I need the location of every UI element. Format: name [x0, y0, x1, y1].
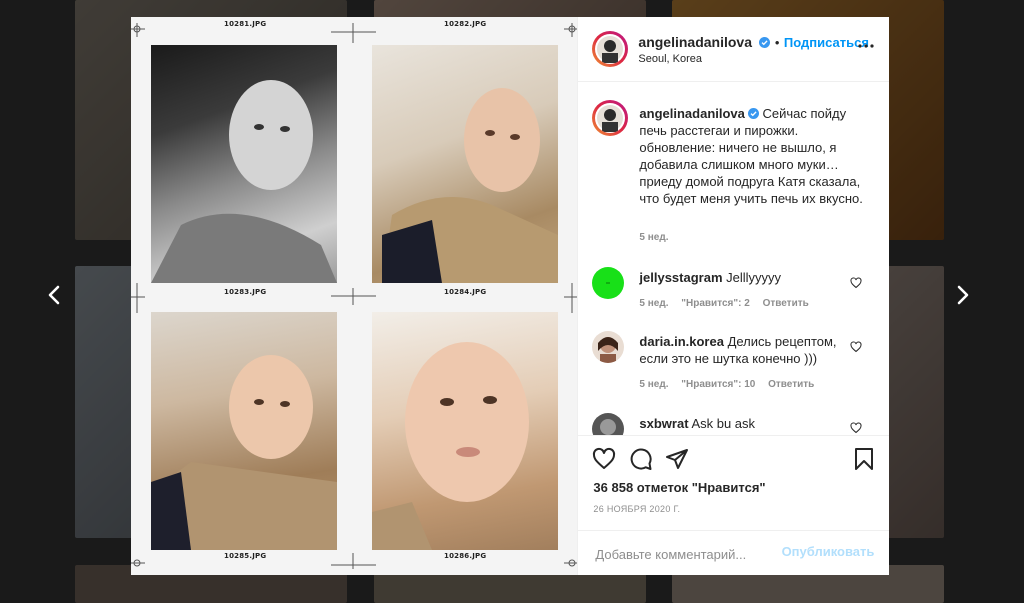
chevron-left-icon[interactable] [43, 283, 67, 307]
frame-label: 10285.JPG [224, 552, 267, 560]
like-comment-heart-icon[interactable] [850, 422, 862, 434]
comment: sxbwrat Ask bu ask [639, 415, 849, 432]
comment-username[interactable]: sxbwrat [639, 416, 688, 431]
frame-label: 10286.JPG [444, 552, 487, 560]
post-caption: angelinadanilova Сейчас пойду печь расст… [639, 105, 869, 207]
post-header: angelinadanilova • Подписаться Seoul, Ko… [578, 17, 890, 82]
photo-frame-1 [151, 45, 337, 283]
comment-time[interactable]: 5 нед. [639, 298, 668, 309]
like-comment-heart-icon[interactable] [850, 277, 862, 289]
caption-timestamp[interactable]: 5 нед. [639, 232, 668, 243]
comment-text: Jelllyyyyy [726, 270, 782, 285]
post-date[interactable]: 26 НОЯБРЯ 2020 Г. [593, 504, 680, 514]
post-modal: 10281.JPG 10282.JPG 10283.JPG 10284.JPG … [131, 17, 890, 576]
comment: jellysstagram Jelllyyyyy [639, 269, 849, 286]
comment-input[interactable] [593, 544, 778, 564]
frame-label: 10281.JPG [224, 20, 267, 28]
post-author-username[interactable]: angelinadanilova [638, 34, 752, 50]
like-comment-heart-icon[interactable] [850, 341, 862, 353]
publish-button[interactable]: Опубликовать [782, 544, 875, 559]
follow-button[interactable]: Подписаться [784, 35, 869, 50]
comment-avatar[interactable] [592, 267, 625, 299]
caption-username[interactable]: angelinadanilova [639, 106, 744, 121]
comment-likes[interactable]: "Нравится": 10 [681, 379, 755, 390]
caption-time: 5 нед. [639, 232, 678, 243]
comment-text: Ask bu ask [691, 416, 756, 431]
post-media[interactable]: 10281.JPG 10282.JPG 10283.JPG 10284.JPG … [131, 17, 578, 575]
comment-meta: 5 нед. "Нравится": 2 Ответить [639, 298, 818, 309]
frame-label: 10282.JPG [444, 20, 487, 28]
reply-button[interactable]: Ответить [768, 379, 814, 390]
comment-bubble-icon[interactable] [629, 447, 653, 471]
comment-username[interactable]: jellysstagram [639, 270, 722, 285]
caption-text: Сейчас пойду печь расстегаи и пирожки. о… [639, 106, 863, 206]
like-heart-icon[interactable] [592, 447, 616, 471]
likes-count[interactable]: 36 858 отметок "Нравится" [593, 480, 765, 495]
chevron-right-icon[interactable] [950, 283, 974, 307]
share-send-icon[interactable] [665, 447, 689, 471]
photo-frame-2 [372, 45, 558, 283]
comment-likes[interactable]: "Нравится": 2 [681, 298, 750, 309]
comment: daria.in.korea Делись рецептом, если это… [639, 333, 849, 367]
photo-frame-3 [151, 312, 337, 550]
frame-label: 10283.JPG [224, 288, 267, 296]
comment-time[interactable]: 5 нед. [639, 379, 668, 390]
separator-dot: • [774, 35, 780, 50]
more-options-icon[interactable] [857, 43, 875, 49]
comment-meta: 5 нед. "Нравится": 10 Ответить [639, 379, 824, 390]
comment-avatar[interactable] [592, 331, 625, 363]
reply-button[interactable]: Ответить [763, 298, 809, 309]
verified-badge-icon [759, 37, 771, 48]
save-bookmark-icon[interactable] [852, 447, 876, 471]
post-sidebar: angelinadanilova • Подписаться Seoul, Ko… [577, 17, 890, 576]
add-comment-bar: Опубликовать [578, 530, 890, 576]
photo-frame-4 [372, 312, 558, 550]
post-location[interactable]: Seoul, Korea [638, 53, 702, 65]
verified-badge-icon [747, 108, 759, 119]
frame-label: 10284.JPG [444, 288, 487, 296]
comment-username[interactable]: daria.in.korea [639, 334, 724, 349]
